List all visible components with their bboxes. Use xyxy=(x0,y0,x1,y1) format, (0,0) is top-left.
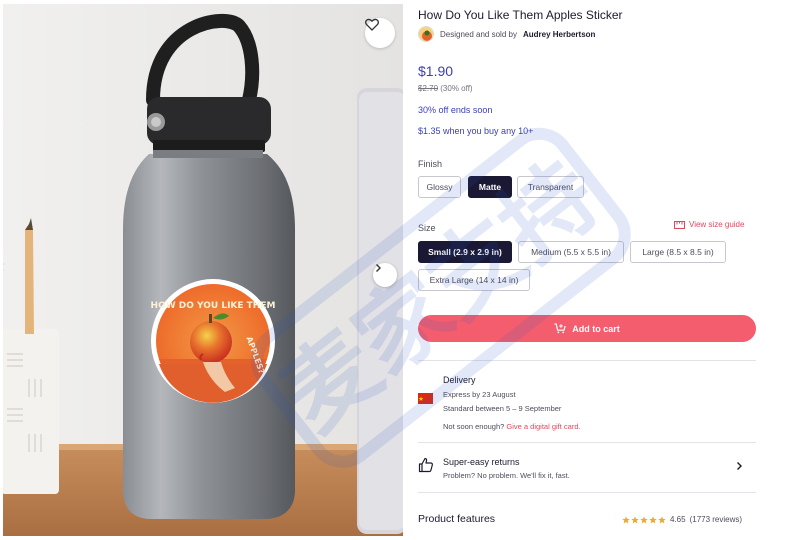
cart-plus-icon xyxy=(554,323,567,334)
delivery-note-prefix: Not soon enough? xyxy=(443,422,505,431)
add-to-cart-button[interactable]: Add to cart xyxy=(418,315,756,342)
finish-option-transparent[interactable]: Transparent xyxy=(517,176,584,198)
star-rating xyxy=(622,515,666,524)
size-option-extra-large[interactable]: Extra Large (14 x 14 in) xyxy=(418,269,530,291)
finish-label: Finish xyxy=(418,159,443,169)
delivery-section: Delivery Express by 23 August Standard b… xyxy=(418,374,756,434)
thumbs-up-icon xyxy=(418,457,433,473)
bulk-discount-note: $1.35 when you buy any 10+ xyxy=(418,126,534,136)
product-title: How Do You Like Them Apples Sticker xyxy=(418,8,623,22)
star-icon xyxy=(649,515,657,523)
chevron-right-icon xyxy=(737,462,742,470)
delivery-note: Not soon enough? Give a digital gift car… xyxy=(443,422,581,431)
finish-option-matte[interactable]: Matte xyxy=(468,176,512,198)
star-icon xyxy=(631,515,639,523)
ruler-icon xyxy=(674,220,685,229)
star-icon xyxy=(658,515,666,523)
product-features-title[interactable]: Product features xyxy=(418,513,495,525)
chevron-right-icon xyxy=(376,264,381,272)
size-label: Size xyxy=(418,223,436,233)
rating-count: (1773 reviews) xyxy=(689,515,743,524)
delivery-title: Delivery xyxy=(443,375,476,385)
returns-subtitle: Problem? No problem. We'll fix it, fast. xyxy=(443,471,570,480)
star-icon xyxy=(640,515,648,523)
sticker-arc-text: HOW DO YOU LIKE THEM xyxy=(151,301,276,311)
sale-ends-note: 30% off ends soon xyxy=(418,105,493,115)
rating-summary[interactable]: 4.65 (1773 reviews) xyxy=(622,515,742,524)
size-option-small[interactable]: Small (2.9 x 2.9 in) xyxy=(418,241,512,263)
rating-value: 4.65 xyxy=(670,515,686,524)
size-guide-link[interactable]: View size guide xyxy=(674,220,744,229)
divider xyxy=(418,492,756,493)
flag-star-icon xyxy=(418,396,424,401)
product-photo: HOW DO YOU LIKE THEM APPLES? xyxy=(3,4,403,536)
star-icon xyxy=(622,515,630,523)
current-price: $1.90 xyxy=(418,63,454,79)
add-to-cart-label: Add to cart xyxy=(572,323,620,334)
delivery-standard: Standard between 5 – 9 September xyxy=(443,404,562,413)
chevron-left-icon xyxy=(3,263,4,271)
designer-prefix: Designed and sold by xyxy=(440,29,517,39)
designer-row: Designed and sold by Audrey Herbertson xyxy=(418,26,595,42)
size-option-medium[interactable]: Medium (5.5 x 5.5 in) xyxy=(518,241,624,263)
size-guide-label: View size guide xyxy=(689,220,745,229)
designer-avatar[interactable] xyxy=(418,26,434,42)
old-price-row: $2.70 (30% off) xyxy=(418,84,473,93)
gift-card-link[interactable]: Give a digital gift card. xyxy=(506,422,580,431)
product-image-gallery: HOW DO YOU LIKE THEM APPLES? xyxy=(3,4,403,536)
divider xyxy=(418,360,756,361)
returns-title: Super-easy returns xyxy=(443,457,520,467)
favorite-button[interactable] xyxy=(365,18,395,48)
divider xyxy=(418,442,756,443)
heart-icon xyxy=(365,18,379,31)
next-image-button[interactable] xyxy=(373,263,397,287)
size-option-large[interactable]: Large (8.5 x 8.5 in) xyxy=(630,241,726,263)
old-price: $2.70 xyxy=(418,84,439,93)
designer-name-link[interactable]: Audrey Herbertson xyxy=(523,30,595,39)
finish-option-glossy[interactable]: Glossy xyxy=(418,176,461,198)
china-flag-icon xyxy=(418,393,433,404)
avatar-image xyxy=(419,27,433,41)
discount-label: (30% off) xyxy=(440,84,473,93)
delivery-express: Express by 23 August xyxy=(443,390,516,399)
returns-row[interactable]: Super-easy returns Problem? No problem. … xyxy=(418,452,756,486)
